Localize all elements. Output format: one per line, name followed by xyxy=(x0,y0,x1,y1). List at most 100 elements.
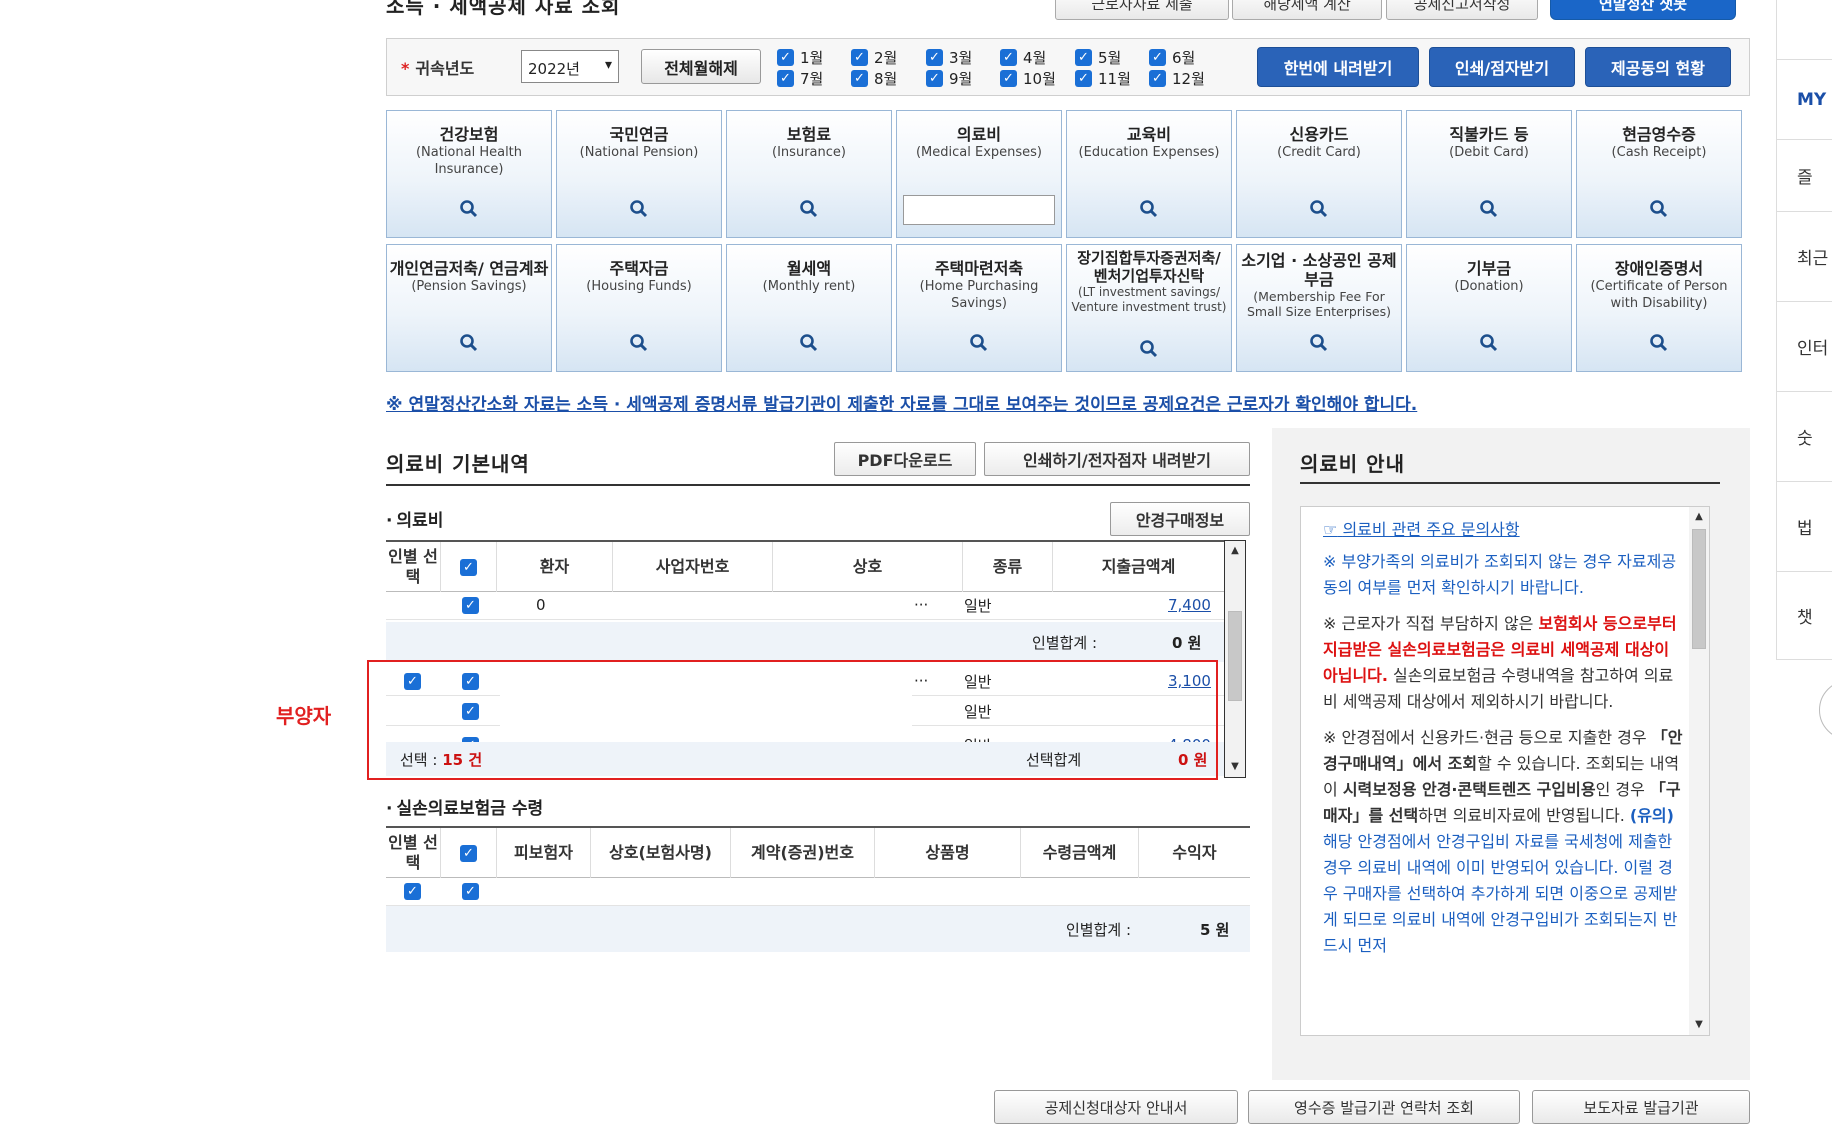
search-icon xyxy=(1577,333,1741,357)
month-checkbox-6[interactable]: ✓ 6월 xyxy=(1149,47,1195,68)
info-scrollbar[interactable]: ▲ ▼ xyxy=(1689,507,1709,1035)
tile-national-pension[interactable]: 국민연금 (National Pension) xyxy=(556,110,722,238)
filter-bar: * 귀속년도 2022년 ▾ 전체월해제 ✓ 1월 ✓ 2월 ✓ 3월 ✓ 4월 ✓ 5월 ✓… xyxy=(386,38,1750,96)
page-title: 소득 · 세액공제 자료 조회 xyxy=(386,0,621,18)
tile-donation[interactable]: 기부금 (Donation) xyxy=(1406,244,1572,372)
kind-cell: 일반 xyxy=(964,596,992,615)
issuer-contact-button[interactable]: 영수증 발급기관 연락처 조회 xyxy=(1248,1090,1520,1124)
info-title: 의료비 안내 xyxy=(1300,452,1405,476)
info-p3: ※ 안경점에서 신용카드·현금 등으로 지출한 경우 「안경구매내역」에서 조회… xyxy=(1323,728,1683,955)
pdf-download-button[interactable]: PDF다운로드 xyxy=(834,442,976,476)
consent-status-button[interactable]: 제공동의 현황 xyxy=(1585,47,1731,87)
search-icon xyxy=(727,333,891,357)
scroll-up-icon[interactable]: ▲ xyxy=(1689,507,1709,527)
tile-home-purchasing-savings[interactable]: 주택마련저축 (Home Purchasing Savings) xyxy=(896,244,1062,372)
month-checkbox-2[interactable]: ✓ 2월 xyxy=(851,47,897,68)
glasses-info-button[interactable]: 안경구매정보 xyxy=(1110,502,1250,536)
right-quick-nav: MY 즐 최근 인터 숫 법 챗 xyxy=(1776,0,1832,740)
quick-nav-law[interactable]: 법 xyxy=(1777,482,1832,572)
tile-health-insurance[interactable]: 건강보험 (National Health Insurance) xyxy=(386,110,552,238)
quick-nav-internet[interactable]: 인터 xyxy=(1777,302,1832,392)
checkbox-icon: ✓ xyxy=(851,49,868,66)
col-amount: 지출금액계 xyxy=(1052,542,1224,592)
quick-nav-num[interactable]: 숫 xyxy=(1777,392,1832,482)
tile-insurance[interactable]: 보험료 (Insurance) xyxy=(726,110,892,238)
press-release-button[interactable]: 보도자료 발급기관 xyxy=(1532,1090,1750,1124)
select-all-checkbox[interactable]: ✓ xyxy=(440,542,496,592)
scroll-down-icon[interactable]: ▼ xyxy=(1689,1015,1709,1035)
quick-nav-recent[interactable]: 최근 xyxy=(1777,212,1832,302)
faq-link[interactable]: ☞ 의료비 관련 주요 문의사항 xyxy=(1323,517,1683,543)
col-beneficiary: 수익자 xyxy=(1138,828,1250,878)
col-person-select: 인별 선택 xyxy=(388,833,438,872)
col-biz-number: 사업자번호 xyxy=(612,542,772,592)
tile-monthly-rent[interactable]: 월세액 (Monthly rent) xyxy=(726,244,892,372)
tile-small-enterprise[interactable]: 소기업 · 소상공인 공제부금 (Membership Fee For Small… xyxy=(1236,244,1402,372)
scroll-up-icon[interactable]: ▲ xyxy=(1225,541,1245,561)
tile-disability-certificate[interactable]: 장애인증명서 (Certificate of Person with Disabi… xyxy=(1576,244,1742,372)
month-checkbox-10[interactable]: ✓ 10월 xyxy=(1000,68,1056,89)
quick-nav-my[interactable]: MY xyxy=(1777,60,1832,140)
tile-pension-savings[interactable]: 개인연금저축/ 연금계좌 (Pension Savings) xyxy=(386,244,552,372)
scroll-thumb[interactable] xyxy=(1228,611,1242,701)
chatbot-button[interactable]: 연말정산 챗봇 xyxy=(1550,0,1736,20)
person-checkbox[interactable]: ✓ xyxy=(404,876,421,906)
quick-nav-item[interactable] xyxy=(1777,0,1832,60)
medical-tile-input[interactable] xyxy=(903,195,1055,225)
scroll-down-icon[interactable]: ▼ xyxy=(1225,757,1245,777)
toggle-all-months-button[interactable]: 전체월해제 xyxy=(641,49,761,84)
year-select[interactable]: 2022년 ▾ xyxy=(521,50,619,83)
month-checkbox-11[interactable]: ✓ 11월 xyxy=(1075,68,1131,89)
table-row[interactable]: ✓ ✓ xyxy=(386,876,1250,906)
checkbox-icon: ✓ xyxy=(460,558,477,576)
month-checkbox-4[interactable]: ✓ 4월 xyxy=(1000,47,1046,68)
month-checkbox-1[interactable]: ✓ 1월 xyxy=(777,47,823,68)
row-checkbox[interactable]: ✓ xyxy=(462,590,479,620)
amount-link[interactable]: 7,400 xyxy=(1168,590,1211,620)
guide-button[interactable]: 공제신청대상자 안내서 xyxy=(994,1090,1238,1124)
month-checkbox-7[interactable]: ✓ 7월 xyxy=(777,68,823,89)
tile-cash-receipt[interactable]: 현금영수증 (Cash Receipt) xyxy=(1576,110,1742,238)
medical-scrollbar[interactable]: ▲ ▼ xyxy=(1224,540,1246,778)
search-icon xyxy=(727,199,891,223)
tile-housing-funds[interactable]: 주택자금 (Housing Funds) xyxy=(556,244,722,372)
deduction-notice-link[interactable]: ※ 연말정산간소화 자료는 소득 · 세액공제 증명서류 발급기관이 제출한 자… xyxy=(386,390,1417,415)
table-row[interactable]: ✓ 0 ··· 일반 7,400 xyxy=(386,590,1224,620)
tax-calc-button[interactable]: 해당세액 계산 xyxy=(1232,0,1382,20)
medical-table-header: 인별 선택 ✓ 환자 사업자번호 상호 종류 지출금액계 xyxy=(386,540,1224,592)
tile-credit-card[interactable]: 신용카드 (Credit Card) xyxy=(1236,110,1402,238)
print-braille-button[interactable]: 인쇄/점자받기 xyxy=(1429,47,1575,87)
tile-debit-card[interactable]: 직불카드 등 (Debit Card) xyxy=(1406,110,1572,238)
month-checkbox-5[interactable]: ✓ 5월 xyxy=(1075,47,1121,68)
insurance-subtitle: 실손의료보험금 수령 xyxy=(386,794,543,819)
quick-nav-fav[interactable]: 즐 xyxy=(1777,140,1832,212)
deduction-form-button[interactable]: 공제신고서작성 xyxy=(1386,0,1538,20)
row-checkbox[interactable]: ✓ xyxy=(462,876,479,906)
col-received-amount: 수령금액계 xyxy=(1020,828,1138,878)
checkbox-icon: ✓ xyxy=(926,70,943,87)
search-icon xyxy=(557,199,721,223)
checkbox-icon: ✓ xyxy=(1149,70,1166,87)
month-checkbox-12[interactable]: ✓ 12월 xyxy=(1149,68,1205,89)
checkbox-icon: ✓ xyxy=(1149,49,1166,66)
submit-data-button[interactable]: 근로자자료 제출 xyxy=(1055,0,1229,20)
quick-nav-chat[interactable]: 챗 xyxy=(1777,572,1832,660)
month-checkbox-9[interactable]: ✓ 9월 xyxy=(926,68,972,89)
print-download-button[interactable]: 인쇄하기/전자점자 내려받기 xyxy=(984,442,1250,476)
checkbox-icon: ✓ xyxy=(777,49,794,66)
tile-medical-expenses[interactable]: 의료비 (Medical Expenses) xyxy=(896,110,1062,238)
checkbox-icon: ✓ xyxy=(404,882,421,900)
tile-lt-investment[interactable]: 장기집합투자증권저축/ 벤처기업투자신탁 (LT investment savin… xyxy=(1066,244,1232,372)
col-insurer: 상호(보험사명) xyxy=(590,828,730,878)
search-icon xyxy=(387,199,551,223)
month-checkbox-8[interactable]: ✓ 8월 xyxy=(851,68,897,89)
download-all-button[interactable]: 한번에 내려받기 xyxy=(1257,47,1419,87)
search-icon xyxy=(387,333,551,357)
tile-education-expenses[interactable]: 교육비 (Education Expenses) xyxy=(1066,110,1232,238)
col-product: 상품명 xyxy=(874,828,1020,878)
ins-select-all-checkbox[interactable]: ✓ xyxy=(440,828,496,878)
month-checkbox-3[interactable]: ✓ 3월 xyxy=(926,47,972,68)
search-icon xyxy=(557,333,721,357)
top-scroll-button[interactable] xyxy=(1819,680,1832,740)
scroll-thumb[interactable] xyxy=(1692,529,1706,649)
